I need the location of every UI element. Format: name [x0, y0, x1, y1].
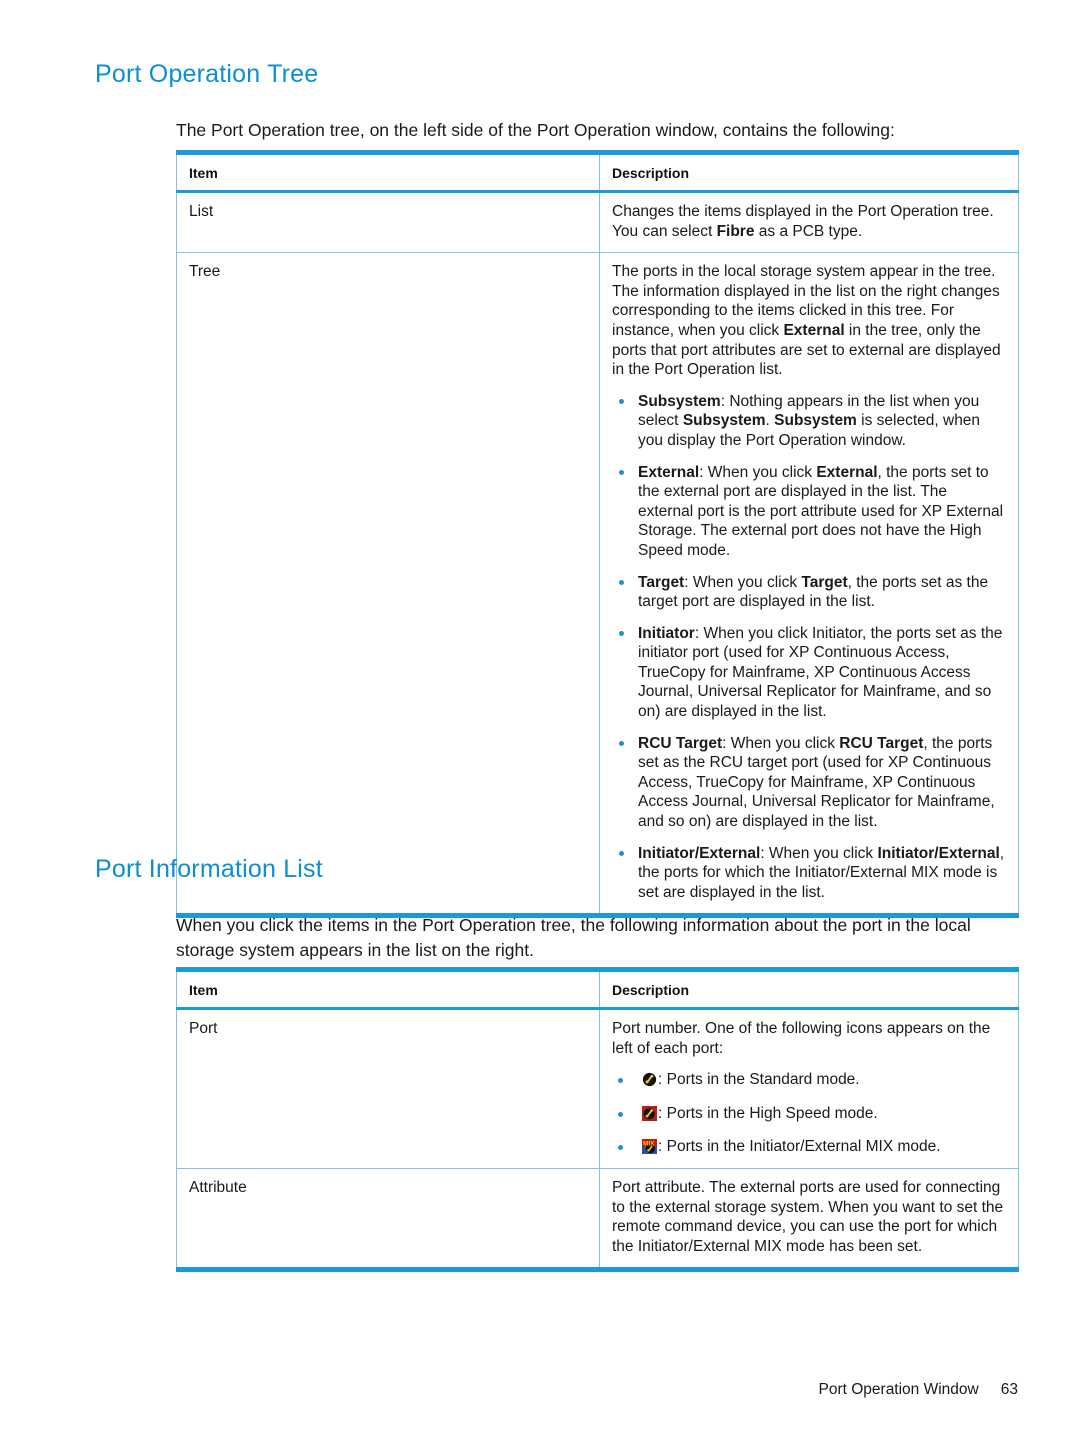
table-row: Attribute Port attribute. The external p… — [176, 1168, 1019, 1270]
port-description-intro: Port number. One of the following icons … — [612, 1020, 991, 1057]
tree-bullet-item: Initiator: When you click Initiator, the… — [612, 624, 1006, 722]
tree-bullet-item: Target: When you click Target, the ports… — [612, 573, 1006, 612]
bullet-text: : When you click — [722, 734, 840, 752]
column-header-description: Description — [599, 969, 1019, 1010]
column-header-item: Item — [176, 969, 600, 1010]
bullet-text: : When you click — [760, 844, 878, 862]
column-header-item: Item — [176, 152, 600, 193]
column-header-description: Description — [599, 152, 1019, 193]
port-operation-tree-table: Item Description List Changes the items … — [176, 150, 1019, 919]
bullet-dot-icon — [619, 741, 624, 747]
tree-intro-bold-external: External — [783, 321, 845, 339]
bullet-text: . — [765, 412, 775, 430]
bullet-bold-term: External — [816, 463, 878, 481]
port-icon-bullet-text: : Ports in the Standard mode. — [658, 1071, 860, 1089]
bullet-bold-term: Subsystem — [682, 412, 766, 430]
bullet-dot-icon — [619, 851, 624, 857]
bullet-bold-term: Initiator — [638, 624, 695, 642]
footer-title: Port Operation Window — [818, 1381, 979, 1398]
row-item-tree: Tree — [176, 252, 600, 916]
port-standard-mode-icon — [642, 1072, 657, 1088]
bullet-bold-term: Subsystem — [774, 412, 857, 430]
bullet-bold-term: Target — [638, 573, 685, 591]
port-initiator-external-mix-mode-icon: MIX — [642, 1139, 657, 1155]
tree-bullet-item: Initiator/External: When you click Initi… — [612, 844, 1006, 903]
page-footer: Port Operation Window 63 — [819, 1381, 1019, 1399]
port-high-speed-mode-icon — [642, 1105, 657, 1121]
section2-intro-paragraph: When you click the items in the Port Ope… — [176, 914, 971, 960]
bullet-dot-icon — [618, 1111, 623, 1117]
bullet-bold-term: RCU Target — [839, 734, 924, 752]
row-item-list: List — [176, 191, 600, 254]
row-item-attribute: Attribute — [176, 1168, 600, 1270]
list-description-text: Changes the items displayed in the Port … — [612, 202, 1006, 241]
bullet-bold-term: External — [638, 463, 700, 481]
bullet-dot-icon — [619, 399, 624, 405]
row-description-port: Port number. One of the following icons … — [599, 1008, 1019, 1169]
tree-description-intro: The ports in the local storage system ap… — [612, 262, 1006, 380]
bullet-bold-term: Subsystem — [638, 392, 721, 410]
bullet-bold-term: Target — [801, 573, 848, 591]
table-header-row: Item Description — [176, 152, 1019, 193]
bullet-text: : When you click — [684, 573, 802, 591]
row-description-attribute: Port attribute. The external ports are u… — [600, 1168, 1019, 1269]
tree-bullet-item: External: When you click External, the p… — [612, 463, 1006, 561]
bullet-dot-icon — [619, 580, 624, 585]
attribute-description-text: Port attribute. The external ports are u… — [612, 1178, 1004, 1255]
tree-bullet-item: Subsystem: Nothing appears in the list w… — [612, 392, 1006, 451]
bullet-text: : When you click — [699, 463, 817, 481]
row-description-list: Changes the items displayed in the Port … — [599, 191, 1019, 254]
tree-bullet-list: Subsystem: Nothing appears in the list w… — [612, 392, 1006, 903]
row-description-tree: The ports in the local storage system ap… — [600, 253, 1019, 916]
table-row: Port Port number. One of the following i… — [176, 1008, 1019, 1169]
document-page: Port Operation Tree The Port Operation t… — [0, 0, 1080, 1438]
port-icon-bullet-text: : Ports in the Initiator/External MIX mo… — [658, 1138, 941, 1156]
bullet-dot-icon — [618, 1145, 623, 1151]
section-heading-port-operation-tree: Port Operation Tree — [95, 60, 319, 88]
row-item-port: Port — [176, 1008, 600, 1169]
port-icon-bullet-item: MIX: Ports in the Initiator/External MIX… — [612, 1137, 1006, 1157]
bullet-bold-term: Initiator/External — [638, 844, 761, 862]
table-header-row: Item Description — [176, 969, 1019, 1010]
list-desc-bold-fibre: Fibre — [716, 222, 755, 240]
svg-text:MIX: MIX — [643, 1141, 655, 1148]
bullet-dot-icon — [619, 631, 624, 637]
section1-intro-paragraph: The Port Operation tree, on the left sid… — [176, 119, 895, 140]
tree-bullet-item: RCU Target: When you click RCU Target, t… — [612, 734, 1006, 832]
table-row: Tree The ports in the local storage syst… — [176, 252, 1019, 916]
port-icon-bullet-item: : Ports in the High Speed mode. — [612, 1104, 1006, 1124]
footer-page-number: 63 — [1000, 1381, 1018, 1398]
bullet-dot-icon — [619, 470, 624, 476]
table-row: List Changes the items displayed in the … — [176, 191, 1019, 254]
section-heading-port-information-list: Port Information List — [95, 855, 323, 883]
bullet-dot-icon — [618, 1078, 623, 1084]
port-icon-bullet-item: : Ports in the Standard mode. — [612, 1070, 1006, 1090]
list-desc-part-2: as a PCB type. — [754, 222, 863, 240]
port-information-list-table: Item Description Port Port number. One o… — [176, 967, 1019, 1273]
port-icon-bullet-list: : Ports in the Standard mode. : Ports in … — [612, 1070, 1006, 1157]
bullet-bold-term: RCU Target — [638, 734, 723, 752]
port-icon-bullet-text: : Ports in the High Speed mode. — [658, 1104, 878, 1122]
bullet-bold-term: Initiator/External — [877, 844, 1000, 862]
